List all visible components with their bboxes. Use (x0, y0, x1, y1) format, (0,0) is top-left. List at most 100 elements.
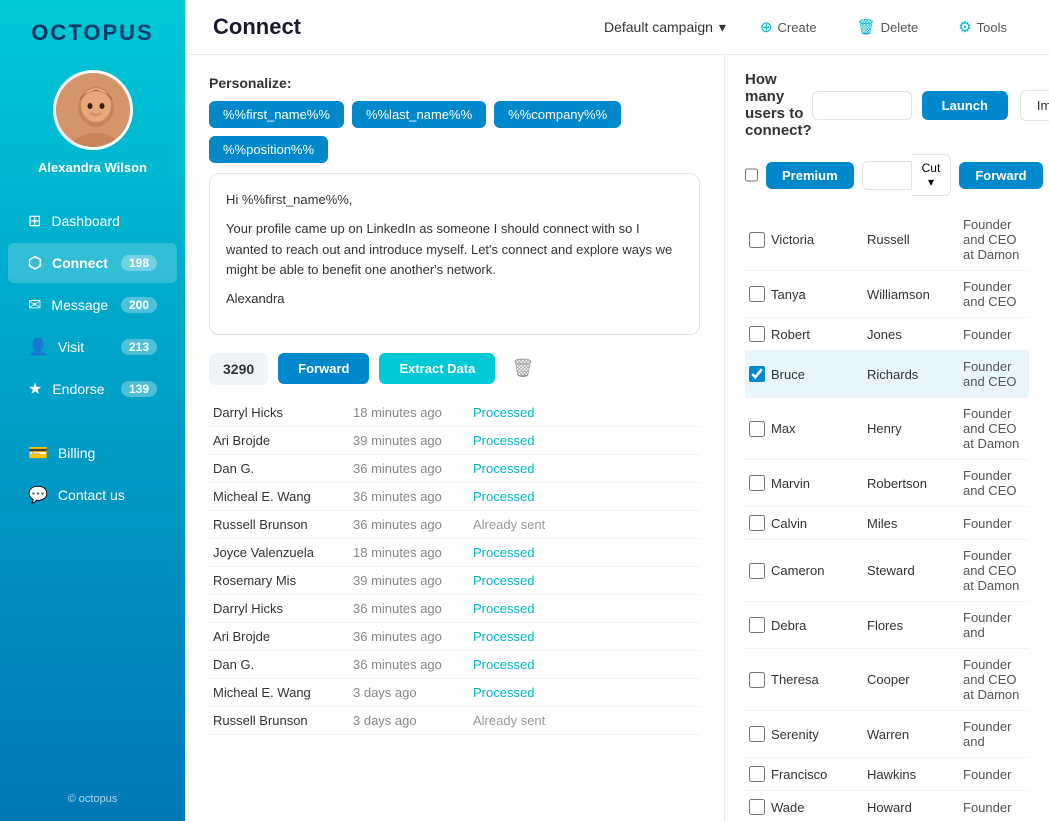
campaign-name: Default campaign (604, 19, 713, 35)
filter-forward-button[interactable]: Forward (959, 162, 1042, 189)
contact-checkbox[interactable] (749, 726, 765, 742)
contact-role: Founder and CEO at Damon (963, 657, 1025, 702)
forward-button[interactable]: Forward (278, 353, 369, 384)
contact-last-name: Flores (867, 618, 957, 633)
select-all-checkbox[interactable] (745, 167, 758, 183)
log-time: 36 minutes ago (353, 601, 473, 616)
log-item: Ari Brojde 36 minutes ago Processed (209, 623, 700, 651)
log-time: 39 minutes ago (353, 433, 473, 448)
message-editor[interactable]: Hi %%first_name%%, Your profile came up … (209, 173, 700, 335)
sidebar-item-visit[interactable]: 👤 Visit 213 (8, 327, 177, 367)
sidebar-item-billing[interactable]: 💳 Billing (8, 433, 177, 473)
nav: ⊞ Dashboard ⬡ Connect 198 ✉ Message 200 … (0, 199, 185, 517)
sidebar-item-label: Connect (52, 255, 108, 271)
log-status: Processed (473, 433, 534, 448)
page-title: Connect (213, 14, 604, 40)
log-status: Processed (473, 601, 534, 616)
contact-checkbox[interactable] (749, 515, 765, 531)
contact-row: Marvin Robertson Founder and CEO (745, 460, 1029, 507)
cut-dropdown-button[interactable]: Cut ▾ (912, 154, 952, 196)
contact-last-name: Warren (867, 727, 957, 742)
contact-checkbox[interactable] (749, 672, 765, 688)
contact-row: Theresa Cooper Founder and CEO at Damon (745, 649, 1029, 711)
tag-last-name[interactable]: %%last_name%% (352, 101, 486, 128)
create-button[interactable]: ⊕ Create (746, 12, 831, 42)
sidebar-item-label: Message (51, 297, 108, 313)
tools-button[interactable]: ⚙ Tools (944, 12, 1021, 42)
contact-first-name: Max (771, 421, 861, 436)
contact-row: Francisco Hawkins Founder (745, 758, 1029, 791)
contact-checkbox[interactable] (749, 475, 765, 491)
log-status: Processed (473, 573, 534, 588)
campaign-selector[interactable]: Default campaign ▾ (604, 19, 726, 36)
contact-role: Founder (963, 767, 1025, 782)
log-name: Darryl Hicks (213, 601, 353, 616)
main-area: Connect Default campaign ▾ ⊕ Create 🗑 De… (185, 0, 1049, 821)
avatar-image (56, 73, 133, 150)
contact-checkbox[interactable] (749, 799, 765, 815)
contact-last-name: Miles (867, 516, 957, 531)
log-name: Russell Brunson (213, 713, 353, 728)
header-right-controls: Launch (812, 91, 1008, 120)
chevron-down-icon: ▾ (719, 19, 726, 36)
contact-role: Founder and CEO (963, 279, 1025, 309)
contact-icon: 💬 (28, 485, 48, 505)
log-time: 36 minutes ago (353, 461, 473, 476)
message-greeting: Hi %%first_name%%, (226, 190, 683, 211)
right-panel: How many users to connect? Launch Import… (725, 55, 1049, 821)
contact-first-name: Calvin (771, 516, 861, 531)
endorse-icon: ★ (28, 379, 42, 399)
log-list: Darryl Hicks 18 minutes ago Processed Ar… (209, 399, 700, 735)
contact-first-name: Tanya (771, 287, 861, 302)
import-button[interactable]: Import (1020, 90, 1049, 121)
log-item: Rosemary Mis 39 minutes ago Processed (209, 567, 700, 595)
premium-filter-button[interactable]: Premium (766, 162, 854, 189)
launch-button[interactable]: Launch (922, 91, 1008, 120)
contact-checkbox[interactable] (749, 617, 765, 633)
logo-oct: OCT (31, 20, 83, 45)
log-item: Darryl Hicks 36 minutes ago Processed (209, 595, 700, 623)
tag-first-name[interactable]: %%first_name%% (209, 101, 344, 128)
billing-icon: 💳 (28, 443, 48, 463)
extract-button[interactable]: Extract Data (379, 353, 495, 384)
connect-question: How many users to connect? (745, 71, 812, 139)
log-item: Micheal E. Wang 3 days ago Processed (209, 679, 700, 707)
contact-first-name: Francisco (771, 767, 861, 782)
contact-checkbox[interactable] (749, 232, 765, 248)
contact-checkbox[interactable] (749, 421, 765, 437)
sidebar-item-contact[interactable]: 💬 Contact us (8, 475, 177, 515)
log-name: Ari Brojde (213, 433, 353, 448)
log-item: Ari Brojde 39 minutes ago Processed (209, 427, 700, 455)
sidebar-item-endorse[interactable]: ★ Endorse 139 (8, 369, 177, 409)
delete-list-button[interactable]: 🗑 (511, 358, 534, 379)
sidebar-item-dashboard[interactable]: ⊞ Dashboard (8, 201, 177, 241)
logo-opus: OPUS (83, 20, 153, 45)
contact-checkbox[interactable] (749, 563, 765, 579)
tag-company[interactable]: %%company%% (494, 101, 621, 128)
contact-role: Founder (963, 327, 1025, 342)
connect-count-input[interactable] (812, 91, 912, 120)
delete-icon: 🗑 (857, 18, 876, 36)
sidebar-item-message[interactable]: ✉ Message 200 (8, 285, 177, 325)
tag-position[interactable]: %%position%% (209, 136, 328, 163)
sidebar-item-connect[interactable]: ⬡ Connect 198 (8, 243, 177, 283)
contact-checkbox[interactable] (749, 366, 765, 382)
contact-last-name: Hawkins (867, 767, 957, 782)
contact-row: Victoria Russell Founder and CEO at Damo… (745, 209, 1029, 271)
log-name: Ari Brojde (213, 629, 353, 644)
message-signature: Alexandra (226, 289, 683, 310)
contact-first-name: Robert (771, 327, 861, 342)
contact-row: Serenity Warren Founder and (745, 711, 1029, 758)
delete-button[interactable]: 🗑 Delete (843, 12, 933, 42)
contact-checkbox[interactable] (749, 286, 765, 302)
visit-badge: 213 (121, 339, 157, 355)
contact-role: Founder and CEO (963, 468, 1025, 498)
contact-row: Calvin Miles Founder (745, 507, 1029, 540)
contact-checkbox[interactable] (749, 766, 765, 782)
contact-first-name: Marvin (771, 476, 861, 491)
visit-icon: 👤 (28, 337, 48, 357)
log-status: Processed (473, 657, 534, 672)
cut-input[interactable] (862, 161, 912, 190)
contact-checkbox[interactable] (749, 326, 765, 342)
log-time: 39 minutes ago (353, 573, 473, 588)
